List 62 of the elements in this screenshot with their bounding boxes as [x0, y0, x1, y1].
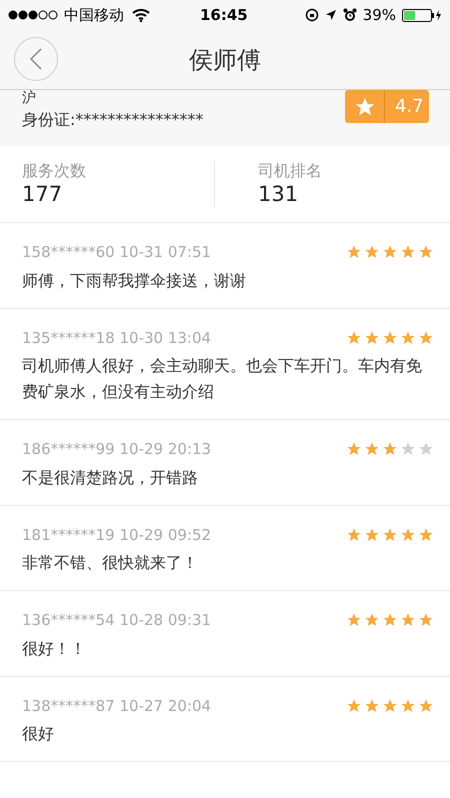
star-icon [346, 441, 362, 458]
star-icon [364, 526, 380, 543]
star-icon [400, 526, 416, 543]
id-number-text: 身份证:**************** [22, 109, 204, 131]
review-text: 司机师傅人很好，会主动聊天。也会下车开门。车内有免费矿泉水，但没有主动介绍 [22, 355, 423, 403]
license-plate: 沪 [22, 90, 36, 106]
star-icon [400, 698, 416, 714]
wifi-icon [132, 8, 150, 22]
stat-value: 131 [258, 181, 300, 207]
star-icon [346, 244, 362, 260]
star-icon [346, 698, 362, 714]
star-icon [400, 441, 416, 458]
battery-percent: 39% [362, 4, 396, 26]
star-icon [364, 441, 380, 458]
clock-time: 16:45 [200, 4, 248, 26]
star-icon [400, 330, 416, 346]
star-icon [364, 244, 380, 260]
review-meta: 136******54 10-28 09:31 [22, 610, 212, 631]
stat-label: 服务次数 [22, 161, 87, 181]
star-icon [382, 612, 398, 628]
review-meta: 186******99 10-29 20:13 [22, 439, 212, 460]
stat-label: 司机排名 [258, 161, 323, 181]
star-icon [400, 244, 416, 260]
star-icon [382, 698, 398, 714]
star-icon [400, 612, 416, 628]
carrier-name: 中国移动 [64, 4, 124, 26]
location-arrow-icon [324, 9, 337, 21]
battery-charging-icon [402, 8, 442, 22]
review-meta: 181******19 10-29 09:52 [22, 524, 212, 546]
page-title: 侯师傅 [189, 44, 261, 76]
star-icon [418, 698, 434, 714]
star-icon [364, 330, 380, 346]
review-meta: 138******87 10-27 20:04 [22, 696, 212, 716]
star-icon [364, 698, 380, 714]
star-icon [346, 612, 362, 628]
rotation-lock-icon [304, 8, 319, 22]
back-icon [30, 48, 42, 70]
star-icon [346, 330, 362, 346]
star-icon [382, 526, 398, 543]
review-meta: 158******60 10-31 07:51 [22, 242, 212, 263]
signal-icon [8, 10, 60, 20]
star-icon [346, 526, 362, 543]
rating-value: 4.7 [395, 95, 424, 119]
alarm-clock-icon [342, 8, 357, 22]
star-icon [364, 612, 380, 628]
star-icon [418, 612, 434, 628]
star-icon [382, 244, 398, 260]
review-meta: 135******18 10-30 13:04 [22, 328, 212, 348]
star-icon [418, 244, 434, 260]
star-icon [418, 330, 434, 346]
review-text: 很好 [22, 723, 55, 745]
review-text: 不是很清楚路况，开错路 [22, 466, 199, 488]
stat-value: 177 [22, 181, 64, 207]
star-icon [354, 96, 376, 118]
star-icon [418, 441, 434, 458]
review-text: 非常不错、很快就来了！ [22, 552, 199, 574]
back-button[interactable] [14, 37, 58, 81]
star-icon [418, 526, 434, 543]
review-text: 师傅，下雨帮我撑伞接送，谢谢 [22, 270, 247, 292]
star-icon [382, 330, 398, 346]
review-text: 很好！！ [22, 638, 87, 660]
star-icon [382, 441, 398, 458]
